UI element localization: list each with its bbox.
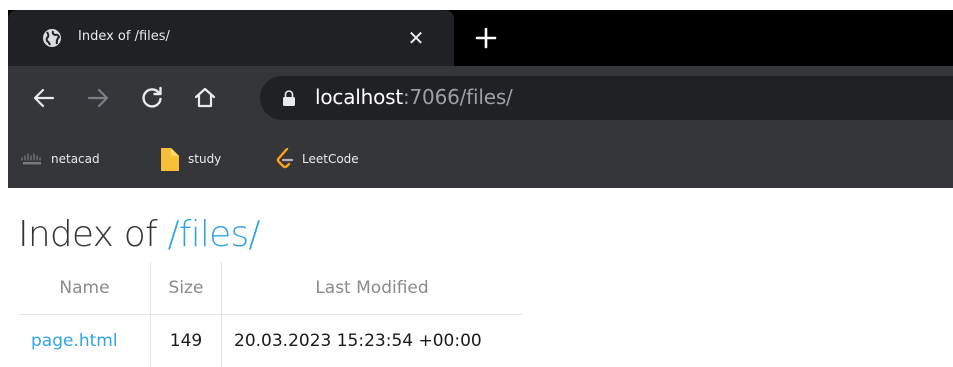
globe-icon [42, 28, 62, 48]
toolbar: localhost:7066/files/ [8, 66, 953, 130]
column-header-size[interactable]: Size [151, 262, 222, 315]
cisco-icon [21, 152, 43, 166]
folder-icon [160, 146, 180, 172]
bookmark-leetcode[interactable]: LeetCode [276, 149, 359, 169]
page-title-prefix: Index of [18, 214, 168, 255]
url-host: localhost [315, 85, 403, 109]
bookmark-label: netacad [51, 152, 100, 166]
file-name-cell: page.html [19, 315, 151, 367]
column-header-modified[interactable]: Last Modified [222, 262, 523, 315]
file-size: 149 [151, 315, 222, 367]
lock-icon[interactable] [282, 90, 296, 106]
page-title-path: /files/ [168, 214, 260, 255]
table-row: page.html 149 20.03.2023 15:23:54 +00:00 [19, 315, 522, 367]
tab-title: Index of /files/ [78, 29, 170, 44]
new-tab-icon[interactable] [472, 24, 500, 52]
close-tab-icon[interactable]: ✕ [404, 26, 428, 50]
leetcode-icon [276, 148, 294, 170]
page-title: Index of /files/ [18, 210, 260, 260]
bookmark-label: LeetCode [302, 152, 359, 166]
browser-window: Index of /files/ ✕ localhost:7066/files/ [8, 10, 953, 188]
reload-icon[interactable] [138, 84, 166, 112]
address-bar[interactable]: localhost:7066/files/ [260, 76, 953, 120]
bookmark-label: study [188, 152, 221, 166]
column-header-name[interactable]: Name [19, 262, 151, 315]
file-link[interactable]: page.html [31, 331, 118, 351]
bookmarks-bar: netacad study LeetCode [8, 130, 953, 188]
file-table: Name Size Last Modified page.html 149 20… [19, 262, 522, 367]
back-icon[interactable] [30, 84, 58, 112]
url-path: :7066/files/ [403, 85, 513, 109]
page-edge [0, 0, 8, 351]
bookmark-netacad[interactable]: netacad [21, 149, 100, 169]
table-header-row: Name Size Last Modified [19, 262, 522, 315]
active-tab[interactable]: Index of /files/ ✕ [8, 10, 454, 66]
url-text: localhost:7066/files/ [315, 85, 513, 109]
file-modified: 20.03.2023 15:23:54 +00:00 [222, 315, 523, 367]
home-icon[interactable] [191, 84, 219, 112]
bookmark-study[interactable]: study [160, 149, 221, 169]
forward-icon[interactable] [84, 84, 112, 112]
